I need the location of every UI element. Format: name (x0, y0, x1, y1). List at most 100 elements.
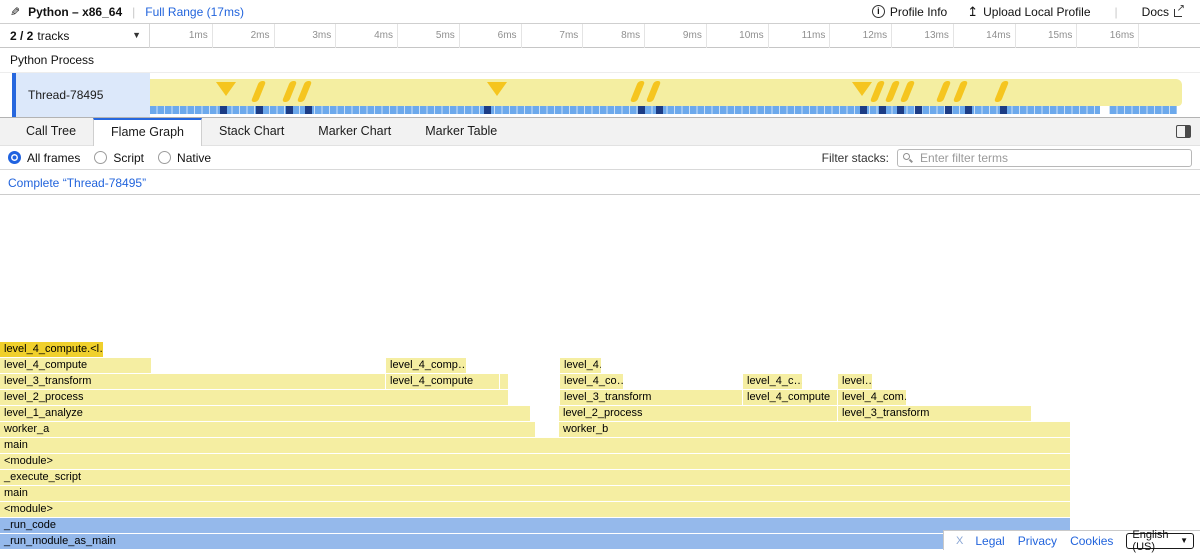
tab-stack-chart[interactable]: Stack Chart (202, 118, 301, 146)
ruler-tick-label: 16ms (1076, 24, 1134, 48)
footer-links: Legal Privacy Cookies (975, 534, 1126, 548)
flame-block[interactable]: level_4_co… (560, 374, 623, 389)
sidebar-toggle-icon[interactable] (1176, 125, 1191, 138)
flame-block[interactable]: worker_a (0, 422, 535, 437)
flame-block[interactable]: level_3_transform (560, 390, 742, 405)
flame-block[interactable]: level_3_transform (838, 406, 1031, 421)
filter-stacks-label: Filter stacks: (822, 151, 889, 165)
ruler-tick-label: 11ms (767, 24, 825, 48)
info-icon: i (872, 5, 885, 18)
flame-block[interactable]: level_1_analyze (0, 406, 530, 421)
flame-block[interactable]: _execute_script (0, 470, 1070, 485)
footer-link-privacy[interactable]: Privacy (1018, 534, 1057, 548)
flame-block[interactable]: level_2_process (559, 406, 837, 421)
flame-block[interactable]: _run_code (0, 518, 1070, 533)
flame-block[interactable]: level_2_process (0, 390, 508, 405)
tracks-dropdown[interactable]: 2 / 2 tracks ▼ (0, 24, 150, 48)
flame-block[interactable]: level… (838, 374, 872, 389)
language-value: English (US) (1132, 529, 1180, 553)
marker-triangle-icon (216, 82, 236, 96)
flame-block[interactable]: level_4_com… (838, 390, 906, 405)
radio-circle-icon (158, 151, 171, 164)
process-track-header[interactable]: Python Process (0, 48, 1200, 73)
ruler-tick-line (1138, 24, 1139, 48)
profile-title: Python – x86_64 (28, 5, 122, 19)
breadcrumb-complete-thread[interactable]: Complete “Thread-78495” (8, 176, 146, 190)
frame-filter-radios: All frames Script Native (8, 151, 225, 165)
radio-script[interactable]: Script (94, 151, 144, 165)
header: ✎ Python – x86_64 | Full Range (17ms) i … (0, 0, 1200, 24)
flame-block[interactable]: main (0, 438, 1070, 453)
flame-block[interactable]: level_4_compute (743, 390, 837, 405)
radio-native[interactable]: Native (158, 151, 211, 165)
tracks-word: tracks (37, 29, 69, 43)
sample-dark-segment (305, 106, 312, 114)
ruler-tick-label: 14ms (953, 24, 1011, 48)
marker-slash-icon (251, 81, 266, 102)
upload-profile-button[interactable]: ↥ Upload Local Profile (961, 5, 1096, 19)
edit-profile-name-icon[interactable]: ✎ (10, 5, 20, 19)
tab-marker-chart[interactable]: Marker Chart (301, 118, 408, 146)
panel-tabbar: Call TreeFlame GraphStack ChartMarker Ch… (0, 118, 1200, 146)
language-select[interactable]: English (US) ▼ (1126, 533, 1194, 549)
flame-block[interactable]: level_3_transform (0, 374, 385, 389)
ruler-tick-label: 6ms (459, 24, 517, 48)
ruler-tick-label: 5ms (397, 24, 455, 48)
sample-dark-segment (656, 106, 663, 114)
footer-close-button[interactable]: X (956, 535, 963, 547)
flame-block[interactable]: _run_module_as_main (0, 534, 1070, 549)
filter-input-wrap (897, 149, 1192, 167)
marker-slash-icon (936, 81, 951, 102)
flame-block[interactable]: level_4_comp… (386, 358, 466, 373)
external-link-icon (1174, 7, 1184, 17)
flame-block[interactable]: <module> (0, 454, 1070, 469)
tab-call-tree[interactable]: Call Tree (9, 118, 93, 146)
docs-label: Docs (1142, 5, 1169, 19)
sample-dark-segment (220, 106, 227, 114)
flame-block[interactable]: level_4_c… (743, 374, 802, 389)
flame-block[interactable] (500, 374, 508, 389)
footer-link-cookies[interactable]: Cookies (1070, 534, 1113, 548)
docs-button[interactable]: Docs (1136, 5, 1190, 19)
flame-block[interactable]: level_4_compute (386, 374, 499, 389)
marker-slash-icon (630, 81, 645, 102)
sample-dark-segment (965, 106, 972, 114)
header-divider: | (1115, 5, 1118, 19)
full-range-button[interactable]: Full Range (17ms) (145, 5, 244, 19)
flame-graph-canvas[interactable]: level_4_compute.<l…level_4_computelevel_… (0, 196, 1200, 550)
radio-all-frames[interactable]: All frames (8, 151, 80, 165)
chevron-down-icon: ▼ (132, 30, 141, 40)
thread-track-label-box[interactable]: Thread-78495 (12, 73, 150, 117)
flame-block[interactable]: level_4_compute (0, 358, 151, 373)
ruler-tick-label: 9ms (644, 24, 702, 48)
filter-stacks-input[interactable] (897, 149, 1192, 167)
sample-dark-segment (286, 106, 293, 114)
sample-dark-segment (945, 106, 952, 114)
marker-triangle-icon (487, 82, 507, 96)
flame-block[interactable]: level_4… (560, 358, 601, 373)
tab-marker-table[interactable]: Marker Table (408, 118, 514, 146)
marker-slash-icon (900, 81, 915, 102)
tracks-count: 2 / 2 (10, 29, 33, 43)
sample-dark-segment (860, 106, 867, 114)
marker-slash-icon (994, 81, 1009, 102)
process-track-label: Python Process (10, 53, 94, 67)
radio-circle-icon (94, 151, 107, 164)
profile-info-button[interactable]: i Profile Info (866, 5, 953, 19)
header-divider: | (132, 5, 135, 19)
thread-sample-strip[interactable] (150, 106, 1177, 114)
sample-dark-segment (897, 106, 904, 114)
radio-label: Script (113, 151, 144, 165)
tab-flame-graph[interactable]: Flame Graph (93, 118, 202, 146)
flame-block[interactable]: main (0, 486, 1070, 501)
flame-block[interactable]: <module> (0, 502, 1070, 517)
flame-block[interactable]: level_4_compute.<l… (0, 342, 103, 357)
marker-triangle-icon (852, 82, 872, 96)
footer-link-legal[interactable]: Legal (975, 534, 1004, 548)
flame-block[interactable]: worker_b (559, 422, 1070, 437)
upload-icon: ↥ (967, 6, 978, 18)
profile-info-label: Profile Info (890, 5, 947, 19)
thread-activity-graph[interactable] (150, 79, 1182, 106)
sample-dark-segment (484, 106, 491, 114)
ruler-tick-label: 7ms (520, 24, 578, 48)
